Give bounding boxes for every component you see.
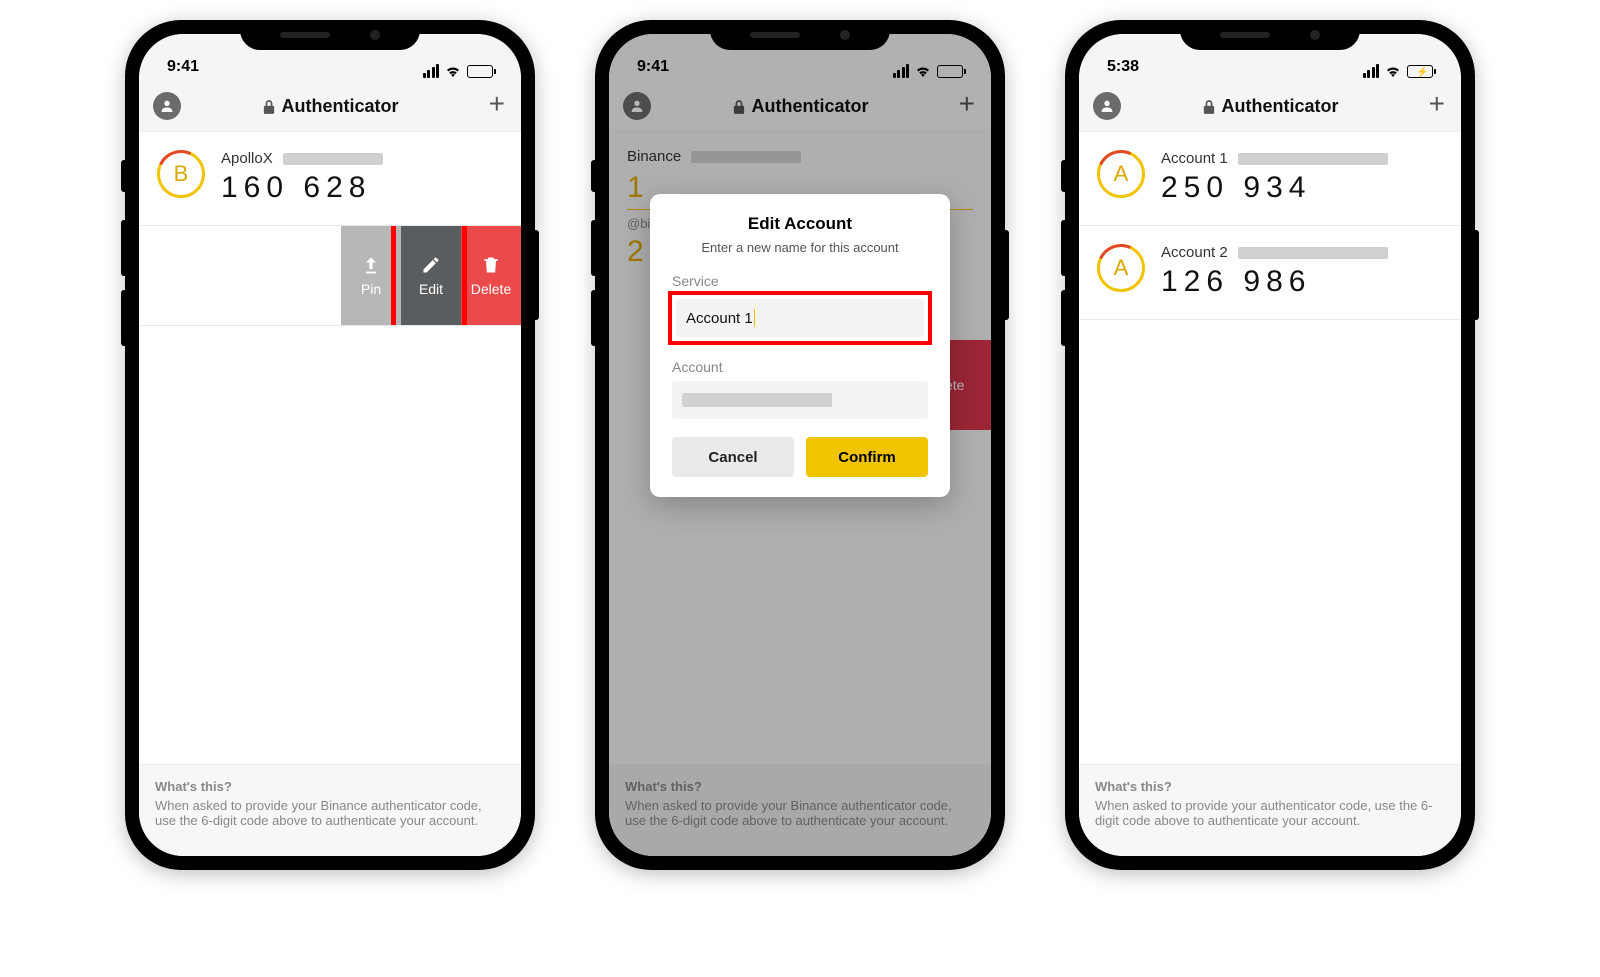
service-label: Service: [672, 273, 928, 289]
pin-up-icon: [361, 255, 381, 275]
delete-button[interactable]: Delete: [461, 226, 521, 325]
edit-button[interactable]: Edit: [401, 226, 461, 325]
app-title: Authenticator: [1222, 96, 1339, 117]
lock-icon: [1202, 99, 1216, 115]
wifi-icon: [444, 64, 462, 78]
account-row-swiped[interactable]: inance.com 265 Pin Edit Delet: [139, 226, 521, 326]
trash-icon: [481, 255, 501, 275]
edit-account-modal: Edit Account Enter a new name for this a…: [650, 194, 950, 497]
redacted-text: [1238, 153, 1388, 165]
signal-icon: [423, 64, 440, 78]
redacted-text: [682, 393, 832, 407]
lock-icon: [262, 99, 276, 115]
app-title: Authenticator: [282, 96, 399, 117]
account-name: Account 2: [1161, 244, 1228, 261]
add-button[interactable]: +: [1429, 90, 1445, 118]
account-name: ApolloX: [221, 150, 273, 167]
battery-icon: [467, 65, 493, 78]
content: B ApolloX 160 628 inance.com 265: [139, 132, 521, 764]
service-input-value: Account 1: [686, 310, 753, 327]
account-name: Account 1: [1161, 150, 1228, 167]
account-row[interactable]: B ApolloX 160 628: [139, 132, 521, 226]
account-label: Account: [672, 359, 928, 375]
app-header: Authenticator +: [1079, 82, 1461, 132]
modal-title: Edit Account: [672, 214, 928, 234]
footer-body: When asked to provide your authenticator…: [1095, 798, 1445, 828]
pin-button[interactable]: Pin: [341, 226, 401, 325]
account-ring-icon: A: [1097, 150, 1145, 198]
delete-label: Delete: [471, 281, 511, 297]
status-time: 5:38: [1107, 58, 1139, 78]
content: A Account 1 250 934 A: [1079, 132, 1461, 764]
highlight-box: Account 1: [668, 291, 932, 345]
pencil-icon: [421, 255, 441, 275]
totp-code: 126 986: [1161, 265, 1443, 299]
profile-avatar[interactable]: [1093, 92, 1121, 120]
modal-overlay: Edit Account Enter a new name for this a…: [609, 34, 991, 856]
edit-label: Edit: [419, 281, 443, 297]
pin-label: Pin: [361, 281, 381, 297]
battery-charging-icon: ⚡: [1407, 65, 1433, 78]
modal-subtitle: Enter a new name for this account: [672, 240, 928, 255]
phone-2: 9:41 Authenticator + Binance: [595, 20, 1005, 870]
footer-title: What's this?: [155, 779, 505, 794]
redacted-text: [283, 153, 383, 165]
phone-3: 5:38 ⚡ Authenticator + A: [1065, 20, 1475, 870]
status-time: 9:41: [167, 58, 199, 78]
cancel-button[interactable]: Cancel: [672, 437, 794, 477]
redacted-text: [1238, 247, 1388, 259]
account-ring-icon: A: [1097, 244, 1145, 292]
account-input[interactable]: [672, 381, 928, 419]
phone-1: 9:41 Authenticator + B: [125, 20, 535, 870]
confirm-button[interactable]: Confirm: [806, 437, 928, 477]
add-button[interactable]: +: [489, 90, 505, 118]
signal-icon: [1363, 64, 1380, 78]
wifi-icon: [1384, 64, 1402, 78]
footer-help: What's this? When asked to provide your …: [139, 764, 521, 856]
profile-avatar[interactable]: [153, 92, 181, 120]
totp-code: 250 934: [1161, 171, 1443, 205]
account-row[interactable]: A Account 2 126 986: [1079, 226, 1461, 320]
account-ring-icon: B: [157, 150, 205, 198]
totp-code: 160 628: [221, 171, 503, 205]
footer-body: When asked to provide your Binance authe…: [155, 798, 505, 828]
footer-help: What's this? When asked to provide your …: [1079, 764, 1461, 856]
app-header: Authenticator +: [139, 82, 521, 132]
service-input[interactable]: Account 1: [676, 299, 924, 337]
footer-title: What's this?: [1095, 779, 1445, 794]
account-row[interactable]: A Account 1 250 934: [1079, 132, 1461, 226]
